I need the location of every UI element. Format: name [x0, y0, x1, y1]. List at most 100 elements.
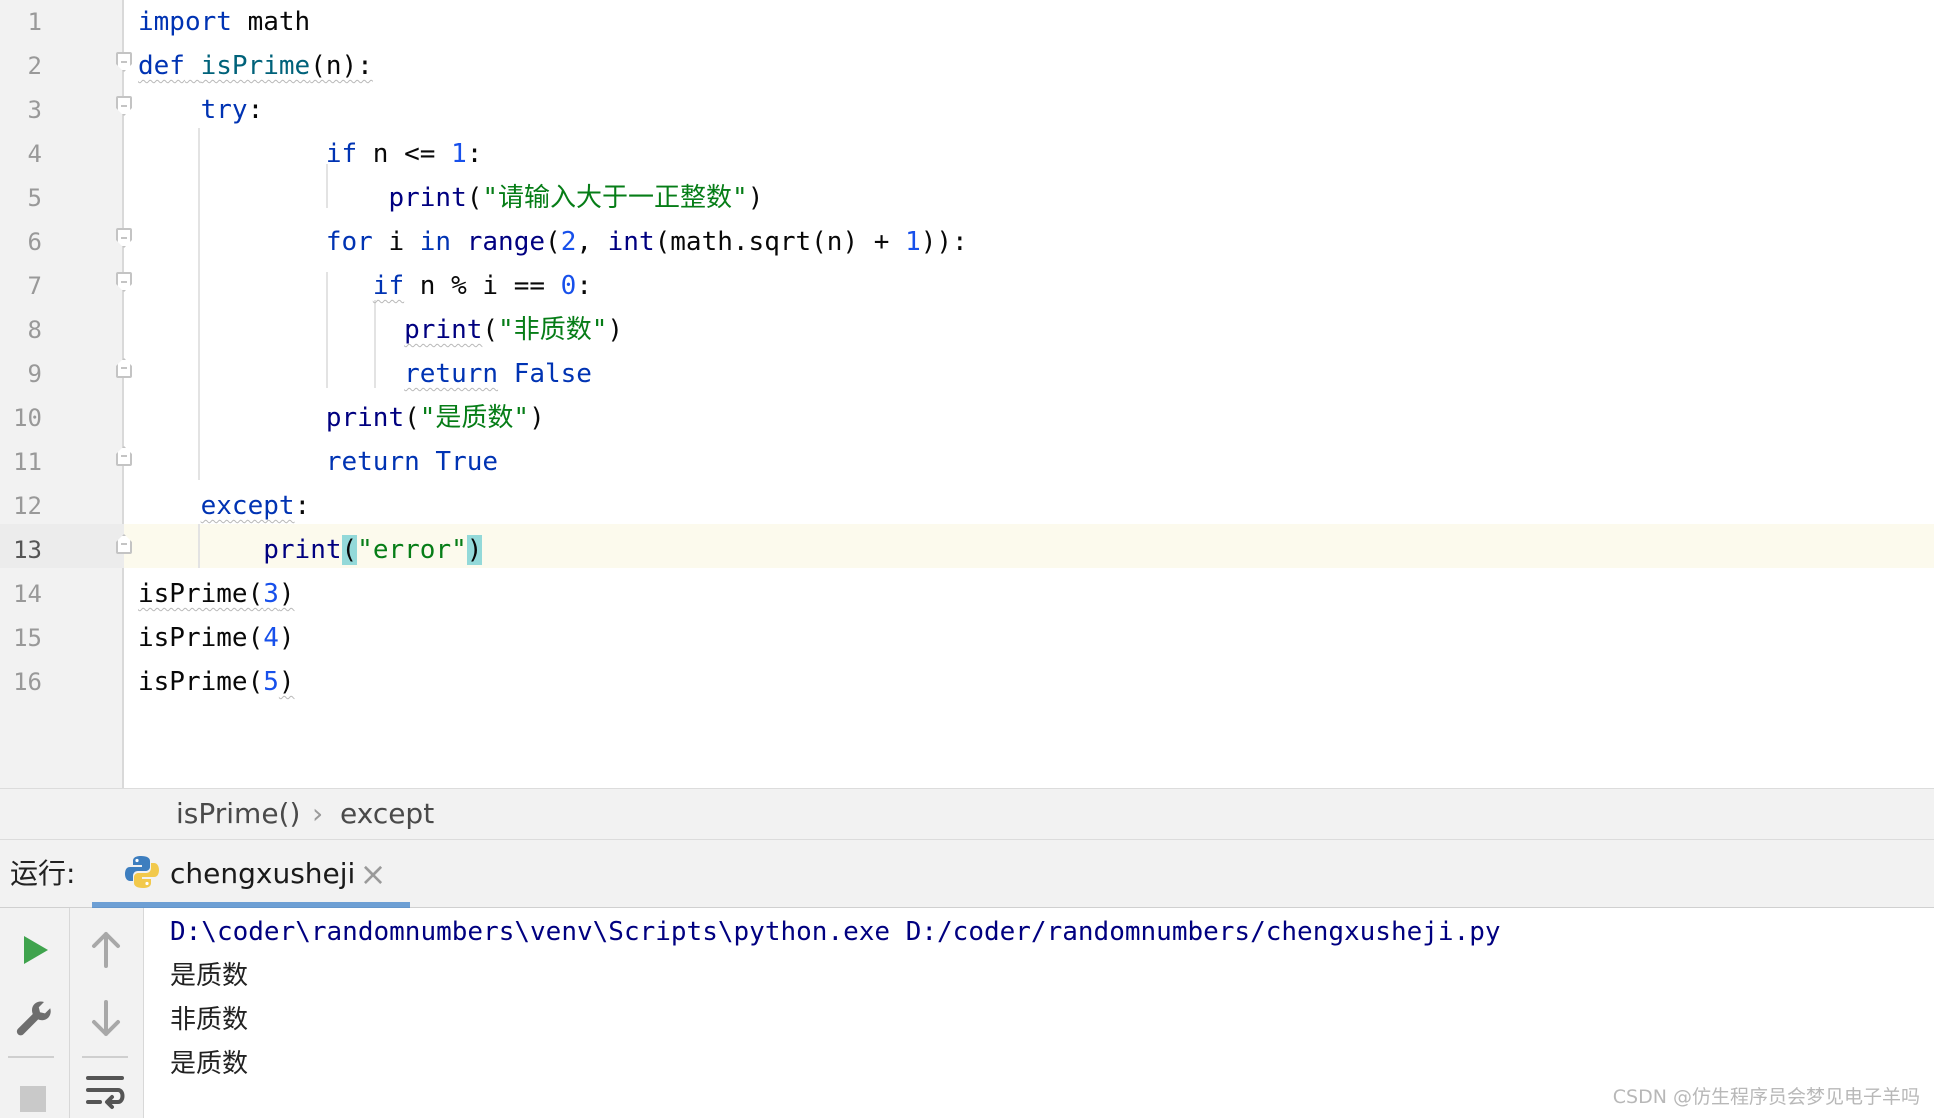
code-line[interactable]: isPrime(3)	[138, 572, 295, 616]
arrow-down-icon[interactable]	[82, 994, 130, 1042]
code-line[interactable]: def isPrime(n):	[138, 44, 373, 88]
code-line[interactable]: for i in range(2, int(math.sqrt(n) + 1))…	[138, 220, 968, 264]
code-editor[interactable]: 1 2 3 4 5 6 7 8 9 10 11 12 13 14 15 16 import math def i…	[0, 0, 1934, 788]
code-token: :	[466, 139, 483, 169]
code-token: )	[747, 183, 764, 213]
code-token: print	[388, 183, 467, 213]
console-output-line: 非质数	[170, 1005, 249, 1035]
code-token: (	[404, 403, 420, 433]
line-number: 7	[27, 272, 42, 300]
code-line[interactable]: print("非质数")	[138, 308, 623, 352]
stop-icon[interactable]	[10, 1074, 58, 1118]
line-number: 16	[13, 668, 42, 696]
breadcrumb-item-block[interactable]: except	[340, 797, 434, 831]
code-token: isPrime	[200, 51, 311, 81]
code-token: False	[513, 359, 592, 389]
line-number: 13	[13, 536, 42, 564]
run-toolbar-secondary	[70, 908, 144, 1118]
code-token: (n):	[310, 51, 373, 81]
code-token: (	[482, 315, 499, 345]
code-line[interactable]: isPrime(4)	[138, 616, 295, 660]
code-token: )	[278, 667, 295, 697]
line-number: 12	[13, 492, 42, 520]
code-token: )):	[920, 227, 968, 257]
code-token: (	[545, 227, 561, 257]
toolbar-separator	[8, 1056, 54, 1058]
code-token: in	[419, 227, 452, 257]
line-number: 5	[27, 184, 42, 212]
console-command-line: D:\coder\randomnumbers\venv\Scripts\pyth…	[170, 917, 1501, 947]
code-token: i	[372, 227, 420, 257]
code-token: True	[435, 447, 499, 477]
code-token: )	[607, 315, 624, 345]
line-number: 3	[27, 96, 42, 124]
console-output-line: 是质数	[170, 961, 249, 991]
code-line[interactable]: return False	[138, 352, 592, 396]
run-toolbar-primary	[0, 908, 70, 1118]
code-line[interactable]: except:	[138, 484, 311, 528]
code-token: :	[576, 271, 592, 301]
code-token: def	[138, 51, 185, 81]
code-line[interactable]: print("error")	[138, 528, 483, 572]
line-number: 10	[13, 404, 42, 432]
code-token: )	[529, 403, 545, 433]
soft-wrap-icon[interactable]	[82, 1066, 130, 1114]
python-icon	[125, 856, 159, 888]
code-token: try	[200, 95, 248, 125]
close-icon[interactable]: ×	[358, 854, 388, 894]
code-token: "请输入大于一正整数"	[482, 183, 748, 213]
code-token: 3	[263, 579, 279, 609]
code-token: 5	[263, 667, 279, 697]
code-token: math	[231, 7, 311, 37]
toolbar-separator	[82, 1056, 128, 1058]
play-icon[interactable]	[10, 926, 58, 974]
code-token: 4	[263, 623, 279, 653]
breadcrumb-item-function[interactable]: isPrime()	[176, 797, 300, 831]
code-line[interactable]: return True	[138, 440, 498, 484]
line-number: 8	[27, 316, 42, 344]
code-token: n % i ==	[404, 271, 561, 301]
line-number: 1	[27, 8, 42, 36]
code-token: print	[263, 535, 342, 565]
code-line[interactable]: if n <= 1:	[138, 132, 483, 176]
code-token: isPrime(	[138, 579, 264, 609]
code-line[interactable]: isPrime(5)	[138, 660, 295, 704]
line-number: 9	[27, 360, 42, 388]
code-line[interactable]: if n % i == 0:	[138, 264, 592, 308]
watermark: CSDN @仿生程序员会梦见电子羊吗	[1612, 1086, 1920, 1108]
code-token: isPrime(	[138, 667, 264, 697]
code-token: except	[200, 491, 295, 521]
code-token: (math.sqrt(n) +	[654, 227, 906, 257]
code-token: if	[372, 271, 405, 301]
code-token: )	[466, 535, 483, 565]
code-token: :	[294, 491, 311, 521]
code-token: "error"	[357, 535, 467, 565]
arrow-up-icon[interactable]	[82, 926, 130, 974]
line-number: 14	[13, 580, 42, 608]
code-line[interactable]: import math	[138, 0, 310, 44]
code-line[interactable]: print("是质数")	[138, 396, 545, 440]
wrench-icon[interactable]	[10, 994, 58, 1042]
code-token: 1	[905, 227, 921, 257]
code-line[interactable]: try:	[138, 88, 264, 132]
code-token: 1	[451, 139, 467, 169]
code-token: :	[247, 95, 264, 125]
code-token: "是质数"	[419, 403, 530, 433]
run-panel-label: 运行:	[10, 857, 76, 890]
run-panel-header: 运行: chengxusheji ×	[0, 840, 1934, 908]
code-line[interactable]: print("请输入大于一正整数")	[138, 176, 763, 220]
run-config-tab[interactable]: chengxusheji ×	[92, 840, 410, 908]
code-token: range	[466, 227, 546, 257]
code-token: for	[325, 227, 373, 257]
